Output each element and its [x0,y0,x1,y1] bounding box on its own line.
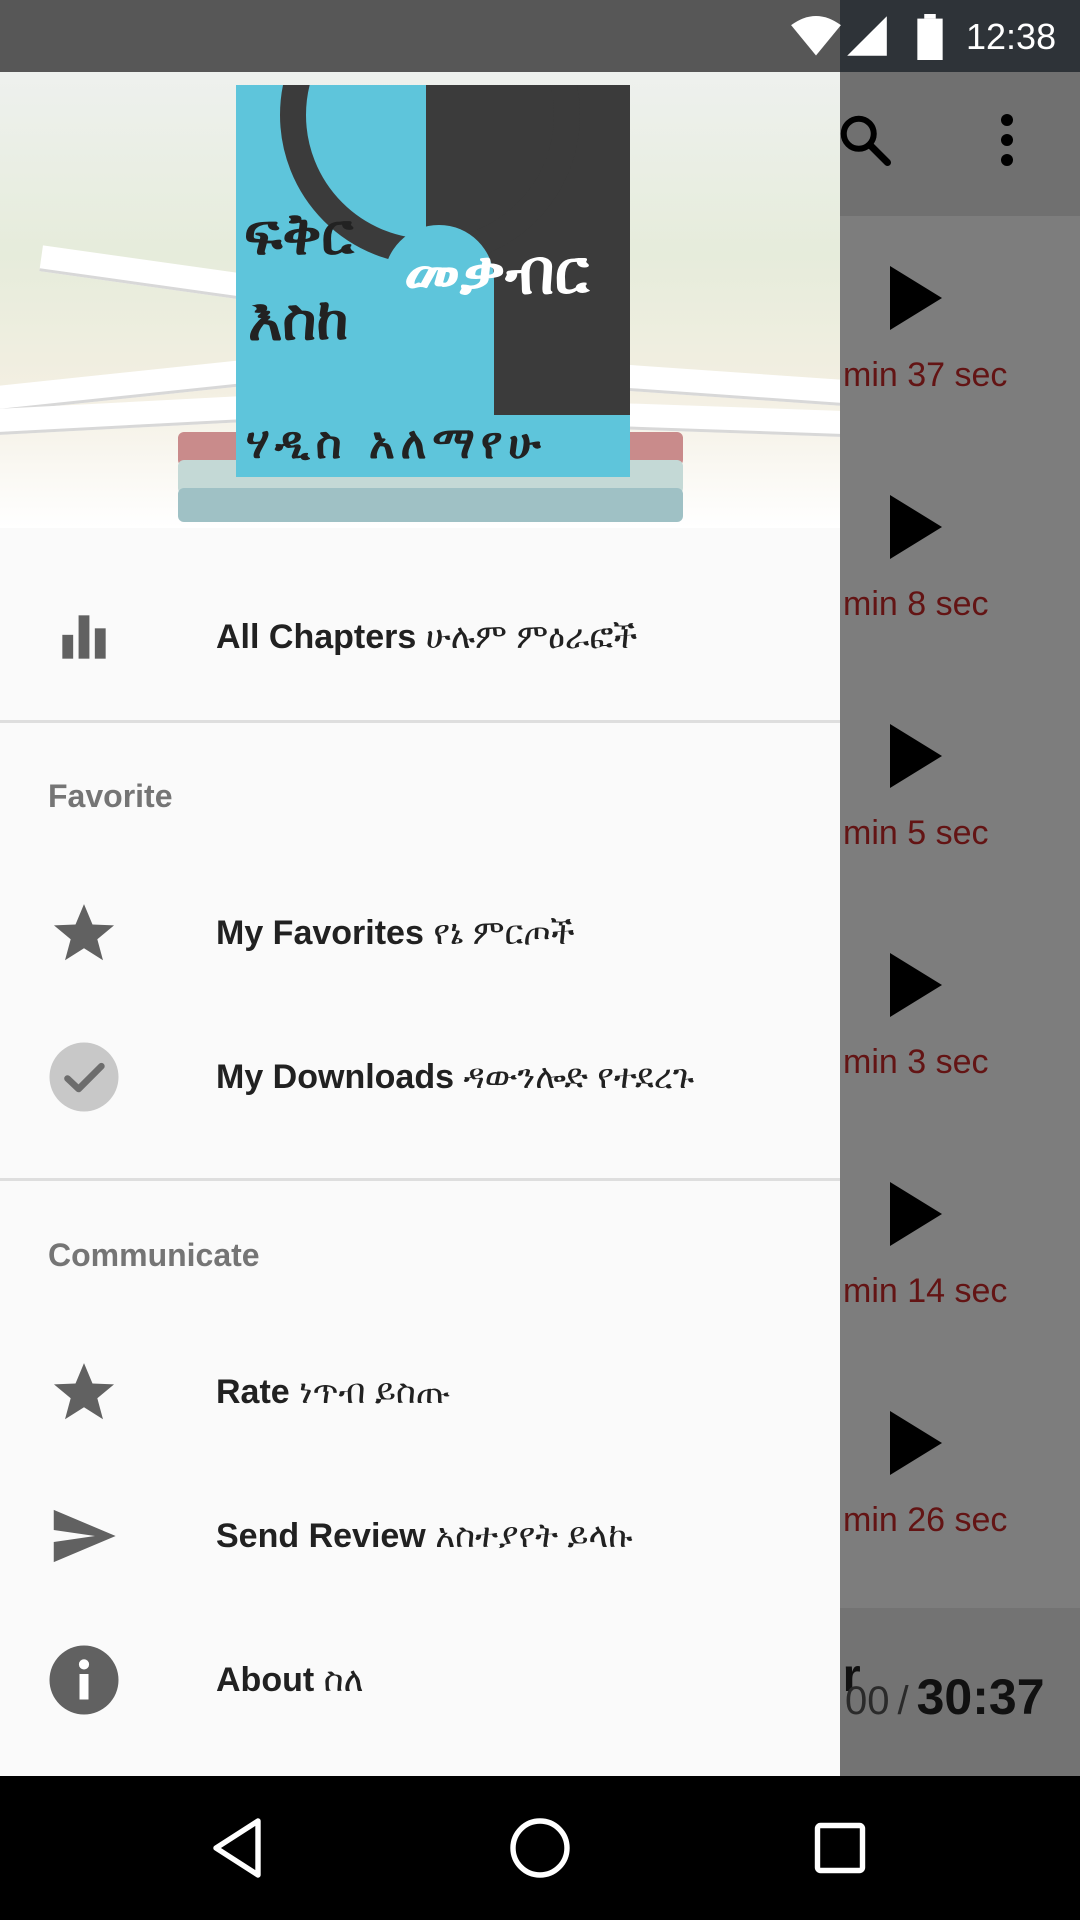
section-title-favorite: Favorite [48,778,173,814]
menu-label-amharic: አስተያየት ይላኩ [435,1517,633,1555]
divider [0,720,840,723]
menu-item-all-chapters[interactable]: All Chapters ሁሉም ምዕራፎች [0,577,840,697]
menu-label-amharic: ዳውንሎድ የተደረጉ [463,1058,695,1096]
menu-item-about[interactable]: About ስለ [0,1620,840,1740]
back-icon[interactable] [204,1812,276,1884]
send-icon [48,1500,120,1572]
menu-item-rate[interactable]: Rate ነጥብ ይስጡ [0,1332,840,1452]
menu-item-my-favorites[interactable]: My Favorites የኔ ምርጦች [0,873,840,993]
navigation-drawer: ፍቅር እስከ መቃብር ሃዲስ አለማየሁ All Chapters ሁሉም … [0,72,840,1776]
star-icon [48,1356,120,1428]
cover-title-line2: እስከ [248,285,349,353]
menu-label-amharic: ነጥብ ይስጡ [299,1373,451,1411]
menu-label-amharic: የኔ ምርጦች [433,914,575,952]
menu-label: Send Review [216,1517,426,1555]
menu-item-send-review[interactable]: Send Review አስተያየት ይላኩ [0,1476,840,1596]
clock: 12:38 [966,16,1057,57]
book-cover: ፍቅር እስከ መቃብር ሃዲስ አለማየሁ [236,85,630,477]
menu-label: Rate [216,1373,290,1411]
cover-title-line3: መቃብር [404,235,589,308]
wifi-icon [791,15,841,56]
bar-chart-icon [48,601,120,673]
home-icon[interactable] [504,1812,576,1884]
cell-signal-icon [847,16,887,56]
menu-label: All Chapters [216,618,417,656]
menu-label: My Downloads [216,1058,455,1096]
cover-title-line1: ፍቅር [244,200,354,268]
check-circle-icon [48,1041,120,1113]
menu-label-amharic: ሁሉም ምዕራፎች [425,618,638,656]
section-title-communicate: Communicate [48,1237,260,1273]
star-icon [48,897,120,969]
drawer-header-image: ፍቅር እስከ መቃብር ሃዲስ አለማየሁ [0,72,840,528]
divider [0,1178,840,1181]
info-icon [48,1644,120,1716]
recents-icon[interactable] [804,1812,876,1884]
menu-label: About [216,1661,315,1699]
menu-label: My Favorites [216,914,424,952]
battery-icon [917,14,943,60]
system-navigation-bar [0,1776,1080,1920]
cover-author: ሃዲስ አለማየሁ [246,418,547,469]
menu-item-my-downloads[interactable]: My Downloads ዳውንሎድ የተደረጉ [0,1017,840,1137]
menu-label-amharic: ስለ [323,1661,364,1699]
status-bar: 12:38 [0,0,1080,72]
